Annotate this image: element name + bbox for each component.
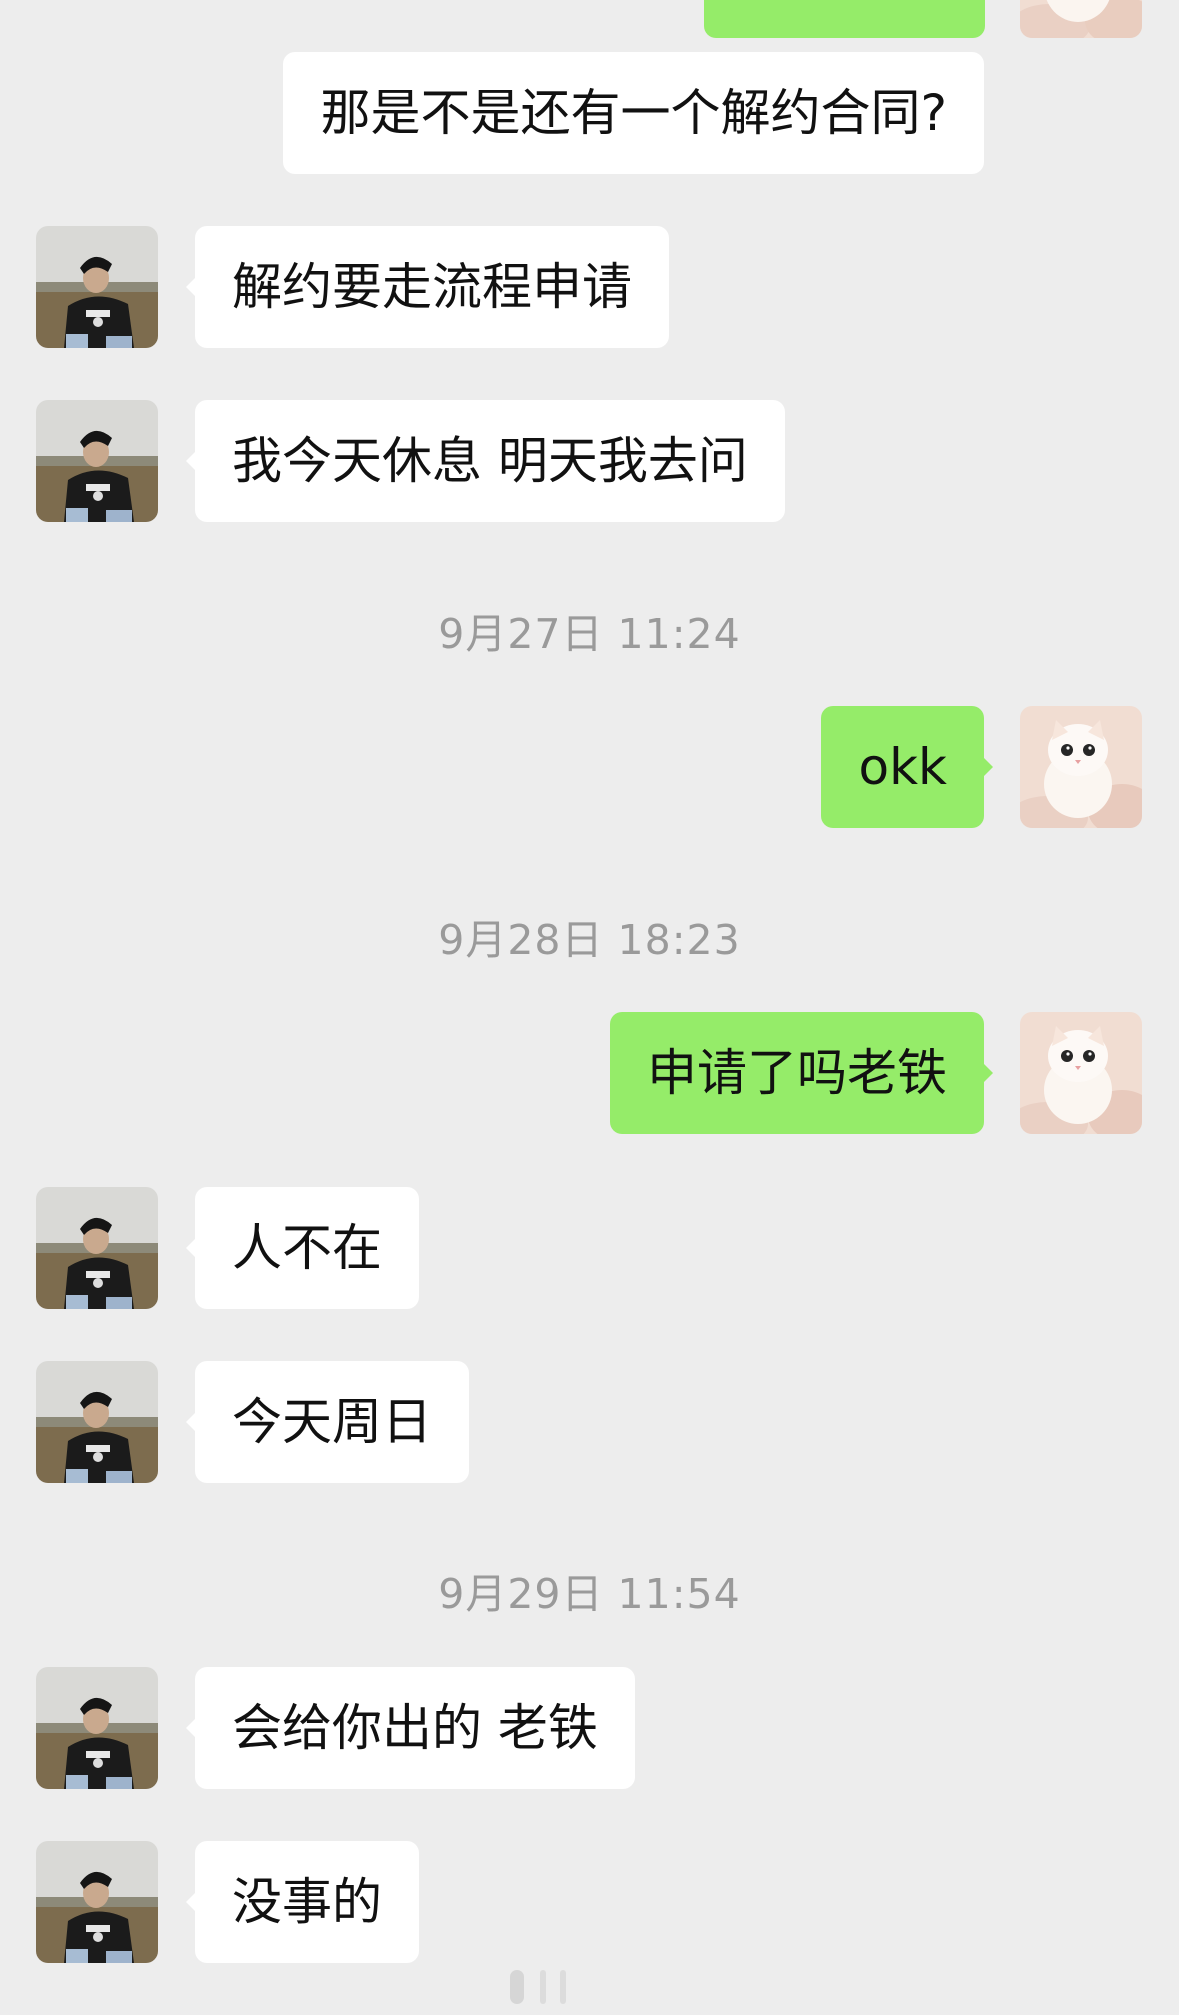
message-bubble[interactable]: okk <box>821 706 993 828</box>
self-avatar[interactable] <box>1020 1012 1142 1134</box>
partner-avatar[interactable] <box>36 1361 158 1483</box>
partner-avatar[interactable] <box>36 1667 158 1789</box>
person-photo-avatar-icon <box>36 400 158 522</box>
self-avatar[interactable] <box>1020 0 1142 38</box>
timestamp: 9月29日 11:54 <box>438 1570 741 1618</box>
partner-avatar[interactable] <box>36 1187 158 1309</box>
message-bubble[interactable]: 没事的 <box>186 1841 419 1963</box>
partner-avatar[interactable] <box>36 400 158 522</box>
clipped-outgoing-bubble[interactable] <box>704 0 985 38</box>
message-bubble[interactable]: 申请了吗老铁 <box>610 1012 993 1134</box>
scroll-indicator-icon <box>510 1970 566 2004</box>
message-bubble[interactable]: 人不在 <box>186 1187 419 1309</box>
person-photo-avatar-icon <box>36 1841 158 1963</box>
message-bubble[interactable]: 解约要走流程申请 <box>186 226 669 348</box>
partner-avatar[interactable] <box>36 1841 158 1963</box>
chat-message-list[interactable]: 那是不是还有一个解约合同? 解约要走流程申请 我今天休息 明天我去问 9月27日… <box>0 0 1179 2015</box>
person-photo-avatar-icon <box>36 226 158 348</box>
message-bubble[interactable]: 那是不是还有一个解约合同? <box>283 52 984 174</box>
white-kitten-avatar-icon <box>1020 0 1142 38</box>
timestamp: 9月27日 11:24 <box>438 610 741 658</box>
self-avatar[interactable] <box>1020 706 1142 828</box>
person-photo-avatar-icon <box>36 1361 158 1483</box>
person-photo-avatar-icon <box>36 1187 158 1309</box>
white-kitten-avatar-icon <box>1020 706 1142 828</box>
message-bubble[interactable]: 今天周日 <box>186 1361 469 1483</box>
message-bubble[interactable]: 我今天休息 明天我去问 <box>186 400 785 522</box>
white-kitten-avatar-icon <box>1020 1012 1142 1134</box>
partner-avatar[interactable] <box>36 226 158 348</box>
timestamp: 9月28日 18:23 <box>438 916 741 964</box>
message-bubble[interactable]: 会给你出的 老铁 <box>186 1667 635 1789</box>
person-photo-avatar-icon <box>36 1667 158 1789</box>
